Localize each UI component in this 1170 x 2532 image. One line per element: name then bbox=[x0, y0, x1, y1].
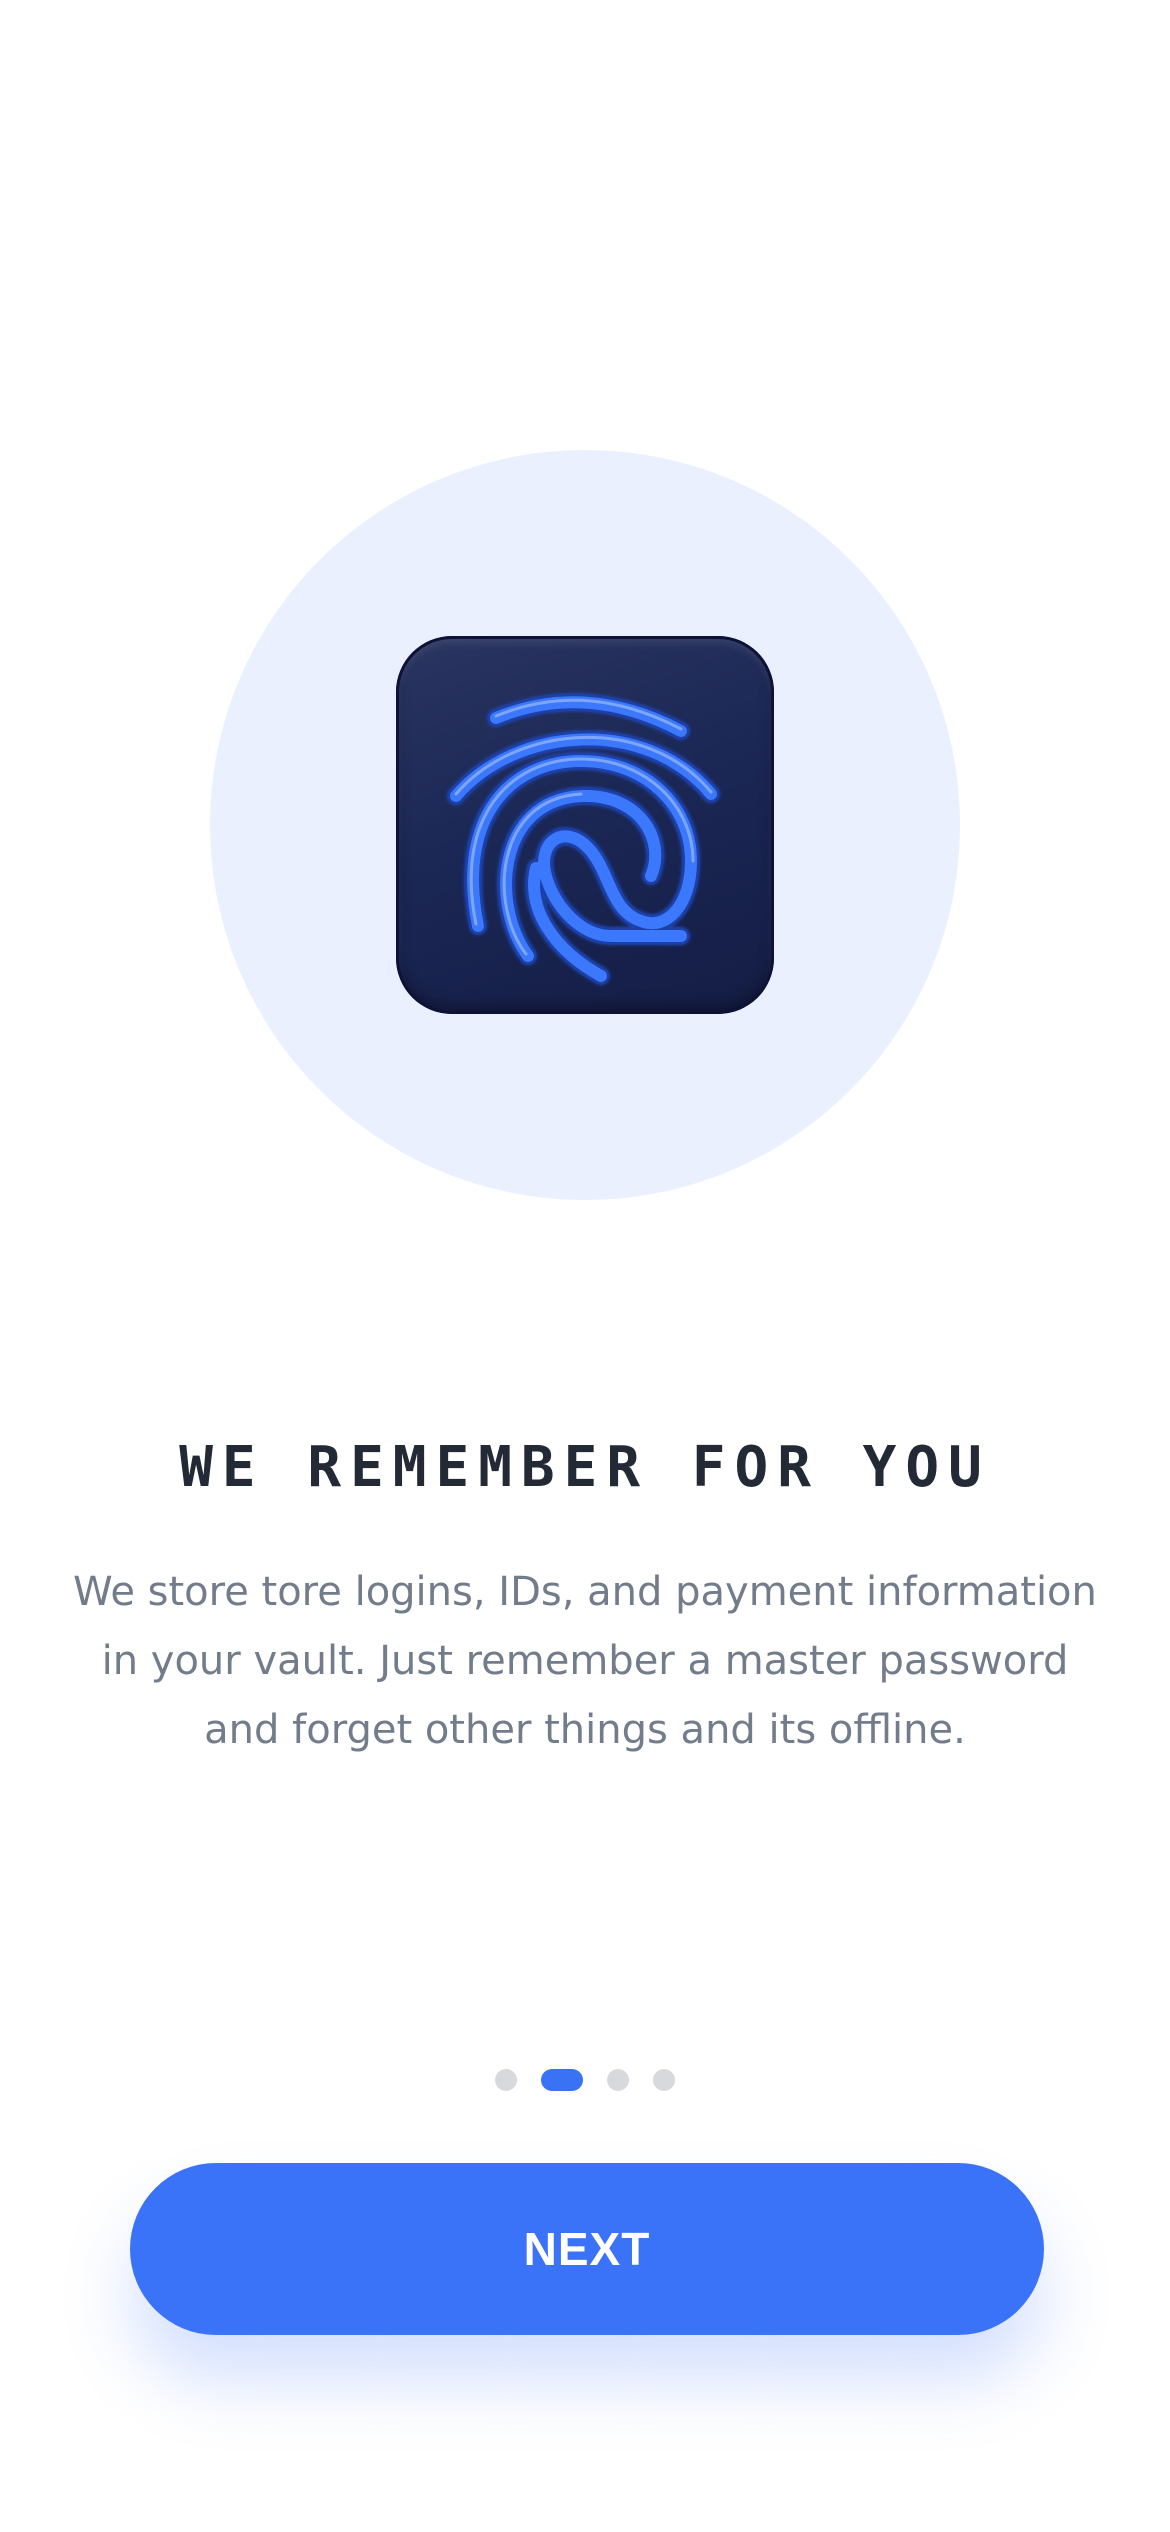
next-button[interactable]: NEXT bbox=[130, 2163, 1044, 2335]
page-indicator-dot-4[interactable] bbox=[653, 2069, 675, 2091]
page-indicator-dot-1[interactable] bbox=[495, 2069, 517, 2091]
onboarding-description: We store tore logins, IDs, and payment i… bbox=[73, 1569, 1097, 1753]
page-indicator-dot-2-active[interactable] bbox=[541, 2069, 583, 2091]
onboarding-screen: WE REMEMBER FOR YOU We store tore logins… bbox=[0, 0, 1170, 2532]
onboarding-title: WE REMEMBER FOR YOU bbox=[179, 1435, 991, 1500]
fingerprint-icon bbox=[396, 636, 774, 1014]
next-button-label: NEXT bbox=[523, 2223, 651, 2275]
page-indicator bbox=[0, 2069, 1170, 2091]
page-indicator-dot-3[interactable] bbox=[607, 2069, 629, 2091]
